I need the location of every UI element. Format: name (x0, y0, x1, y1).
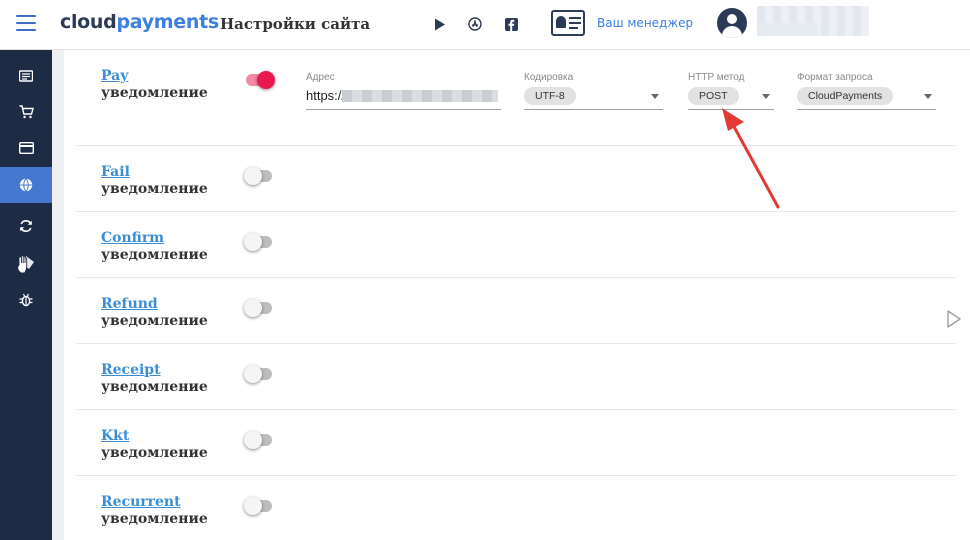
toggle-confirm[interactable] (244, 233, 272, 251)
encoding-select[interactable]: Кодировка UTF-8 (524, 70, 663, 110)
chevron-down-icon[interactable] (924, 94, 932, 99)
notification-label: Confirm уведомление (101, 230, 208, 264)
dashboard-icon (19, 70, 33, 82)
notification-link-recurrent[interactable]: Recurrent (101, 494, 208, 511)
top-bar: cloudpayments Настройки сайта Ваш менедж… (0, 0, 970, 50)
facebook-icon[interactable] (503, 16, 519, 32)
credit-card-icon (18, 142, 34, 154)
notification-sub: уведомление (101, 181, 208, 197)
toggle-recurrent[interactable] (244, 497, 272, 515)
notification-link-fail[interactable]: Fail (101, 164, 208, 181)
notification-row-receipt: Receipt уведомление (76, 344, 956, 410)
notification-row-confirm: Confirm уведомление (76, 212, 956, 278)
notification-sub: уведомление (101, 511, 208, 527)
cart-icon (19, 105, 34, 119)
sidebar-item-debug[interactable] (0, 282, 52, 318)
page-title: Настройки сайта (220, 15, 371, 33)
scroll-right-icon[interactable] (946, 309, 962, 329)
notification-row-refund: Refund уведомление (76, 278, 956, 344)
toggle-fail[interactable] (244, 167, 272, 185)
notification-sub: уведомление (101, 247, 208, 263)
app-store-icon[interactable] (467, 16, 483, 32)
notification-label: Refund уведомление (101, 296, 208, 330)
logo-text-cloud: cloud (60, 11, 117, 33)
content-gutter (52, 50, 64, 540)
toggle-kkt[interactable] (244, 431, 272, 449)
request-format-select[interactable]: Формат запроса CloudPayments (797, 70, 936, 110)
address-redacted (342, 90, 498, 102)
notification-link-receipt[interactable]: Receipt (101, 362, 208, 379)
notification-link-refund[interactable]: Refund (101, 296, 208, 313)
address-field[interactable]: Адрес https://r (306, 70, 501, 110)
notification-row-pay: Pay уведомление Адрес https://r Кодировк… (76, 50, 956, 146)
address-label: Адрес (306, 72, 335, 83)
sidebar-item-tags[interactable] (0, 246, 52, 282)
toggle-pay[interactable] (246, 71, 275, 89)
notifications-panel: Pay уведомление Адрес https://r Кодировк… (64, 50, 970, 540)
notification-row-fail: Fail уведомление (76, 146, 956, 212)
manager-card-icon[interactable] (551, 10, 585, 36)
encoding-chip: UTF-8 (524, 87, 576, 105)
avatar[interactable] (717, 8, 747, 38)
notification-sub: уведомление (101, 313, 208, 329)
notification-link-kkt[interactable]: Kkt (101, 428, 208, 445)
notification-sub: уведомление (101, 445, 208, 461)
notification-link-pay[interactable]: Pay (101, 68, 208, 85)
sidebar-item-subscriptions[interactable] (0, 208, 52, 244)
google-play-icon[interactable] (432, 16, 448, 32)
notification-link-confirm[interactable]: Confirm (101, 230, 208, 247)
notification-row-recurrent: Recurrent уведомление (76, 476, 956, 540)
logo[interactable]: cloudpayments (60, 11, 219, 33)
http-method-chip: POST (688, 87, 739, 105)
notification-label: Kkt уведомление (101, 428, 208, 462)
bug-icon (19, 293, 33, 307)
request-format-label: Формат запроса (797, 72, 873, 83)
request-format-chip: CloudPayments (797, 87, 894, 105)
http-method-label: HTTP метод (688, 72, 745, 83)
chevron-down-icon[interactable] (651, 94, 659, 99)
sidebar (0, 50, 52, 540)
notification-label: Receipt уведомление (101, 362, 208, 396)
sidebar-item-cards[interactable] (0, 130, 52, 166)
manager-link[interactable]: Ваш менеджер (597, 16, 693, 30)
notification-label: Pay уведомление (101, 68, 208, 102)
notification-row-kkt: Kkt уведомление (76, 410, 956, 476)
refresh-icon (20, 220, 32, 232)
globe-icon (19, 178, 33, 192)
hand-pointer-icon (17, 254, 34, 274)
notification-label: Fail уведомление (101, 164, 208, 198)
logo-text-payments: payments (116, 11, 219, 33)
http-method-select[interactable]: HTTP метод POST (688, 70, 774, 110)
toggle-receipt[interactable] (244, 365, 272, 383)
sidebar-item-dashboard[interactable] (0, 58, 52, 94)
menu-icon[interactable] (16, 15, 36, 31)
chevron-down-icon[interactable] (762, 94, 770, 99)
sidebar-item-cart[interactable] (0, 94, 52, 130)
notification-sub: уведомление (101, 85, 208, 101)
encoding-label: Кодировка (524, 72, 574, 83)
notification-label: Recurrent уведомление (101, 494, 208, 528)
sidebar-item-sites[interactable] (0, 167, 52, 203)
toggle-refund[interactable] (244, 299, 272, 317)
notification-sub: уведомление (101, 379, 208, 395)
user-email-redacted (757, 23, 817, 35)
